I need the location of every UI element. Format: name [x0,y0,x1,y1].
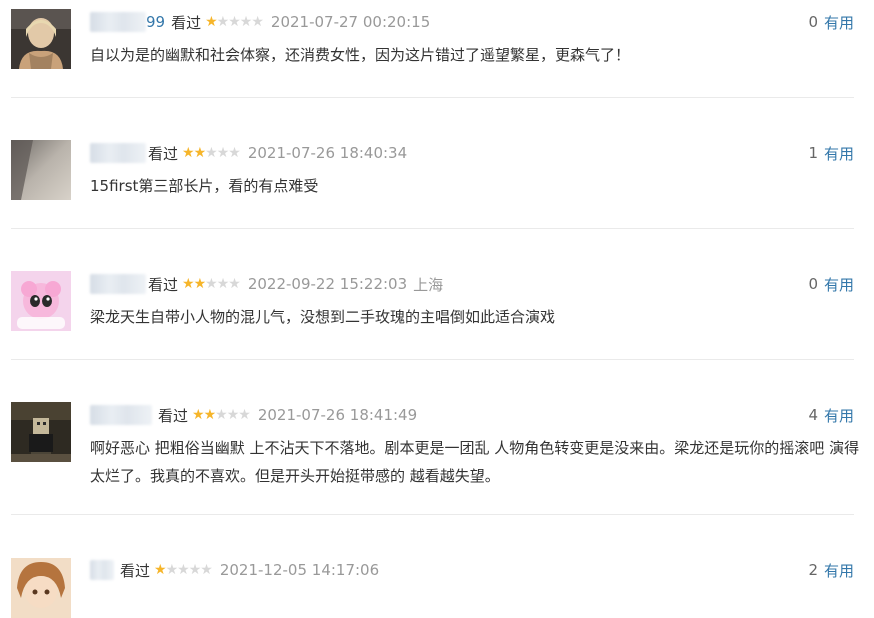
star-icon: ★ [228,276,241,292]
star-icon: ★ [228,14,241,30]
comment-location: 上海 [413,275,444,294]
useful-vote: 2 有用 [808,559,854,581]
useful-count: 0 [808,275,818,293]
comment-text: 啊好恶心 把粗俗当幽默 上不沾天下不落地。剧本更是一团乱 人物角色转变更是没来由… [90,439,860,485]
star-icon: ★ [215,407,228,423]
comment-item: 看过 ★ ★ ★ ★ ★ 2022-09-22 15:22:03 上海 0 有用 梁龙天… [0,261,874,360]
useful-count: 0 [808,13,818,31]
comment-date: 2021-07-26 18:41:49 [257,406,418,424]
seen-label: 看过 [148,275,179,294]
comment-date: 2021-12-05 14:17:06 [219,561,380,579]
star-icon: ★ [203,407,217,423]
username-blurred [90,12,146,32]
star-icon: ★ [228,145,241,161]
star-icon: ★ [251,14,264,30]
divider [11,228,854,229]
star-icon: ★ [205,14,218,30]
star-icon: ★ [216,145,230,161]
rating-stars: ★ ★ ★ ★ ★ [182,276,241,292]
star-icon: ★ [226,407,240,423]
rating-stars: ★ ★ ★ ★ ★ [192,407,251,423]
username[interactable]: 99 [146,13,165,31]
star-icon: ★ [200,562,213,578]
star-icon: ★ [188,562,202,578]
star-icon: ★ [182,145,195,161]
comment-list: 99 看过 ★ ★ ★ ★ ★ 2021-07-27 00:20:15 0 有用 自以为… [0,0,874,618]
avatar[interactable] [11,402,71,462]
comment-item: 99 看过 ★ ★ ★ ★ ★ 2021-07-27 00:20:15 0 有用 自以为… [0,0,874,99]
comment-meta: 看过 ★ ★ ★ ★ ★ 2021-07-26 18:41:49 [90,404,423,426]
useful-count: 1 [808,144,818,162]
username-blurred [90,560,114,580]
username-blurred [90,274,146,294]
avatar[interactable] [11,140,71,200]
star-icon: ★ [192,407,205,423]
useful-vote: 0 有用 [808,273,854,295]
avatar[interactable] [11,9,71,69]
comment-item: 看过 ★ ★ ★ ★ ★ 2021-12-05 14:17:06 2 有用 [0,548,874,618]
seen-label: 看过 [120,561,151,580]
comment-text: 自以为是的幽默和社会体察，还消费女性，因为这片错过了遥望繁星，更森气了！ [90,46,631,64]
comment-text: 15first第三部长片，看的有点难受 [90,177,319,195]
avatar[interactable] [11,271,71,331]
star-icon: ★ [205,145,218,161]
comment-date: 2021-07-26 18:40:34 [247,144,408,162]
rating-stars: ★ ★ ★ ★ ★ [205,14,264,30]
star-icon: ★ [216,276,230,292]
avatar[interactable] [11,558,71,618]
useful-count: 2 [808,561,818,579]
star-icon: ★ [182,276,195,292]
star-icon: ★ [193,276,207,292]
comment-date: 2022-09-22 15:22:03 [247,275,408,293]
star-icon: ★ [193,145,207,161]
divider [11,514,854,515]
comment-date: 2021-07-27 00:20:15 [270,13,431,31]
rating-stars: ★ ★ ★ ★ ★ [154,562,213,578]
useful-button[interactable]: 有用 [824,274,854,295]
useful-vote: 4 有用 [808,404,854,426]
comment-meta: 看过 ★ ★ ★ ★ ★ 2021-07-26 18:40:34 [90,142,413,164]
seen-label: 看过 [171,13,202,32]
divider [11,97,854,98]
useful-button[interactable]: 有用 [824,405,854,426]
useful-vote: 0 有用 [808,11,854,33]
useful-button[interactable]: 有用 [824,143,854,164]
useful-vote: 1 有用 [808,142,854,164]
star-icon: ★ [154,562,167,578]
star-icon: ★ [216,14,230,30]
star-icon: ★ [177,562,190,578]
username-blurred [90,405,152,425]
comment-item: 看过 ★ ★ ★ ★ ★ 2021-07-26 18:41:49 4 有用 啊好恶心 把… [0,392,874,516]
username-blurred [90,143,146,163]
seen-label: 看过 [148,144,179,163]
star-icon: ★ [238,407,251,423]
comment-meta: 99 看过 ★ ★ ★ ★ ★ 2021-07-27 00:20:15 [90,11,436,33]
rating-stars: ★ ★ ★ ★ ★ [182,145,241,161]
star-icon: ★ [205,276,218,292]
star-icon: ★ [165,562,179,578]
star-icon: ★ [239,14,253,30]
useful-button[interactable]: 有用 [824,560,854,581]
seen-label: 看过 [158,406,189,425]
comment-text: 梁龙天生自带小人物的混儿气，没想到二手玫瑰的主唱倒如此适合演戏 [90,308,556,326]
comment-meta: 看过 ★ ★ ★ ★ ★ 2021-12-05 14:17:06 [90,559,385,581]
divider [11,359,854,360]
useful-button[interactable]: 有用 [824,12,854,33]
comment-item: 看过 ★ ★ ★ ★ ★ 2021-07-26 18:40:34 1 有用 15firs… [0,130,874,230]
useful-count: 4 [808,406,818,424]
comment-meta: 看过 ★ ★ ★ ★ ★ 2022-09-22 15:22:03 上海 [90,273,443,295]
